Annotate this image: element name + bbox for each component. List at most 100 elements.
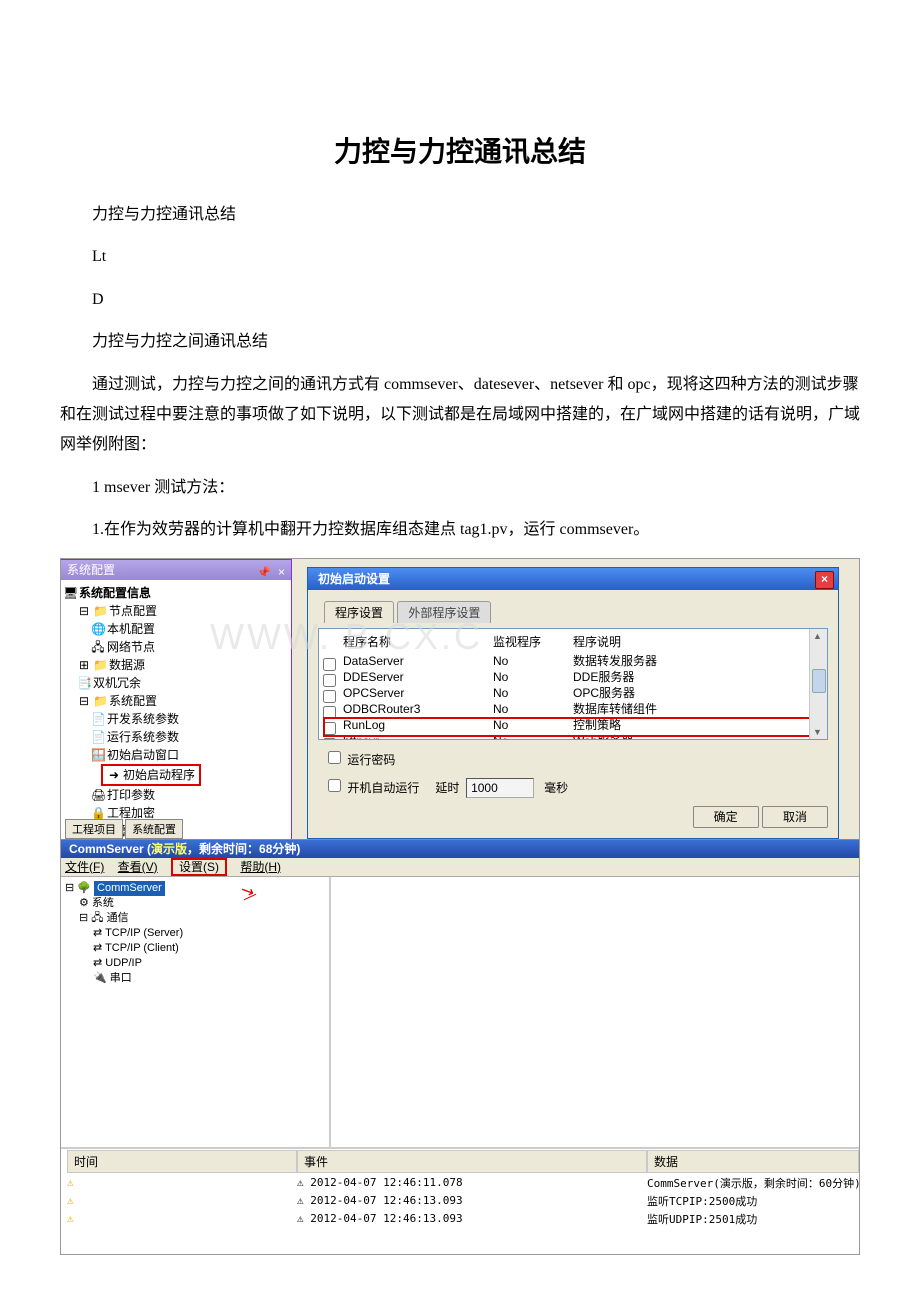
cs-tree-tcp-server[interactable]: TCP/IP (Server) <box>105 927 183 939</box>
tree-start-program[interactable]: 初始启动程序 <box>123 768 195 782</box>
program-row-checkbox[interactable] <box>323 722 336 735</box>
menu-file[interactable]: 文件(F) <box>65 860 104 874</box>
log-event: CommServer(演示版，剩余时间：60分钟) <box>647 1175 861 1191</box>
tree-local[interactable]: 本机配置 <box>107 622 155 636</box>
program-row-desc: DDE服务器 <box>573 671 773 685</box>
delay-input[interactable] <box>466 778 534 798</box>
log-event: 监听UDPIP:2501成功 <box>647 1211 859 1227</box>
cancel-button[interactable]: 取消 <box>762 806 828 828</box>
autorun-label: 开机自动运行 <box>347 781 419 795</box>
cs-tree-root[interactable]: CommServer <box>94 881 165 896</box>
delay-label: 延时 <box>435 781 459 795</box>
dialog-title-bar: 初始启动设置 × <box>308 568 838 590</box>
commserver-title-bar: CommServer (演示版，剩余时间：68分钟) <box>61 840 859 858</box>
para-5: 通过测试，力控与力控之间的通讯方式有 commsever、datesever、n… <box>60 370 860 461</box>
tree-sysconfig[interactable]: 系统配置 <box>109 694 157 708</box>
dialog-tabs[interactable]: 程序设置 外部程序设置 <box>324 600 828 622</box>
menu-view[interactable]: 查看(V) <box>118 860 158 874</box>
program-list-row[interactable]: ODBCRouter3No数据库转储组件 <box>319 702 827 718</box>
program-list-row[interactable]: DDEServerNoDDE服务器 <box>319 670 827 686</box>
program-row-desc: 数据转发服务器 <box>573 655 773 669</box>
run-password-label: 运行密码 <box>347 753 395 767</box>
cs-tree-tcp-client[interactable]: TCP/IP (Client) <box>105 942 179 954</box>
tree-run-params[interactable]: 运行系统参数 <box>107 730 179 744</box>
screenshot-block: 系统配置 📌 × 🖥系统配置信息 ⊟📁节点配置 🌐本机配置 🖧网络节点 ⊞📁数据… <box>60 558 860 1255</box>
commserver-menu[interactable]: 文件(F) 查看(V) 设置(S) 帮助(H) ↘ <box>61 858 859 877</box>
tree-root[interactable]: 系统配置信息 <box>79 586 151 600</box>
menu-settings[interactable]: 设置(S) <box>171 858 227 876</box>
document-page: 力控与力控通讯总结 力控与力控通讯总结 Lt D 力控与力控之间通讯总结 通过测… <box>0 0 920 1295</box>
startup-dialog: 初始启动设置 × 程序设置 外部程序设置 程序名称 监视程序 程序说明 <box>307 567 839 839</box>
log-row: ⚠ 2012-04-07 12:46:13.093监听TCPIP:2500成功 <box>61 1192 859 1210</box>
scrollbar-thumb[interactable] <box>812 669 826 693</box>
program-row-checkbox[interactable] <box>323 706 336 719</box>
cs-tree-comm[interactable]: 通信 <box>107 912 129 924</box>
program-list-row[interactable]: httpsvrNoWeb服务器 <box>319 734 827 740</box>
program-list-header: 程序名称 监视程序 程序说明 <box>319 629 827 654</box>
program-list-row[interactable]: RunLogNo控制策略 <box>319 718 827 734</box>
cs-tree-serial[interactable]: 串口 <box>110 972 132 984</box>
cs-tree-udp[interactable]: UDP/IP <box>105 957 142 969</box>
program-row-checkbox[interactable] <box>323 674 336 687</box>
log-col-event: 事件 <box>297 1150 647 1173</box>
program-row-monitor: No <box>493 719 573 733</box>
col-desc: 程序说明 <box>573 633 773 650</box>
ok-button[interactable]: 确定 <box>693 806 759 828</box>
ms-label: 毫秒 <box>544 781 568 795</box>
tree-print[interactable]: 打印参数 <box>107 788 155 802</box>
para-2: Lt <box>60 242 860 272</box>
menu-help[interactable]: 帮助(H) <box>240 860 281 874</box>
tree-dev-params[interactable]: 开发系统参数 <box>107 712 179 726</box>
program-row-monitor: No <box>493 735 573 740</box>
cs-title-b: ，剩余时间：68分钟) <box>187 842 300 856</box>
program-row-desc: Web服务器 <box>573 735 773 740</box>
log-col-time: 时间 <box>67 1150 297 1173</box>
tab-program-setup[interactable]: 程序设置 <box>324 601 394 623</box>
log-time: ⚠ 2012-04-07 12:46:13.093 <box>297 1194 647 1207</box>
col-program-name: 程序名称 <box>343 633 493 650</box>
doc-title: 力控与力控通讯总结 <box>60 130 860 170</box>
scrollbar[interactable] <box>809 629 827 739</box>
para-7: 1.在作为效劳器的计算机中翻开力控数据库组态建点 tag1.pv，运行 comm… <box>60 515 860 545</box>
tree-node-config[interactable]: 节点配置 <box>109 604 157 618</box>
pin-icon[interactable]: 📌 <box>257 563 269 575</box>
para-6: 1 msever 测试方法： <box>60 473 860 503</box>
program-row-checkbox[interactable] <box>323 738 336 740</box>
log-time: ⚠ 2012-04-07 12:46:11.078 <box>297 1176 647 1189</box>
program-list-row[interactable]: OPCServerNoOPC服务器 <box>319 686 827 702</box>
config-tree[interactable]: 🖥系统配置信息 ⊟📁节点配置 🌐本机配置 🖧网络节点 ⊞📁数据源 📑双机冗余 ⊟… <box>61 580 291 839</box>
tree-encrypt[interactable]: 工程加密 <box>107 806 155 820</box>
tree-redundancy[interactable]: 双机冗余 <box>93 676 141 690</box>
tab-project[interactable]: 工程项目 <box>65 819 123 839</box>
log-time: ⚠ 2012-04-07 12:46:13.093 <box>297 1212 647 1225</box>
panel-title-bar: 系统配置 📌 × <box>61 560 291 580</box>
cs-title-demo: 演示版 <box>151 842 187 856</box>
program-row-checkbox[interactable] <box>323 690 336 703</box>
commserver-tree[interactable]: ⊟ 🌳 CommServer ⚙ 系统 ⊟ 🖧 通信 ⇄ TCP/IP (Ser… <box>61 877 331 1147</box>
program-row-monitor: No <box>493 703 573 717</box>
run-password-check[interactable]: 运行密码 <box>324 748 395 768</box>
close-icon[interactable]: × <box>278 562 285 582</box>
dialog-options: 运行密码 <box>324 748 828 768</box>
para-4: 力控与力控之间通讯总结 <box>60 327 860 357</box>
program-row-checkbox[interactable] <box>323 658 336 671</box>
screenshot-system-config: 系统配置 📌 × 🖥系统配置信息 ⊟📁节点配置 🌐本机配置 🖧网络节点 ⊞📁数据… <box>61 559 859 839</box>
tab-external-program[interactable]: 外部程序设置 <box>397 601 491 623</box>
tree-start-window[interactable]: 初始启动窗口 <box>107 748 179 762</box>
tree-network-node[interactable]: 网络节点 <box>107 640 155 654</box>
panel-bottom-tabs[interactable]: 工程项目 系统配置 <box>65 819 182 839</box>
program-row-desc: 控制策略 <box>573 719 773 733</box>
program-list[interactable]: 程序名称 监视程序 程序说明 DataServerNo数据转发服务器DDESer… <box>318 628 828 740</box>
cs-tree-system[interactable]: 系统 <box>92 897 114 909</box>
dialog-close-button[interactable]: × <box>815 571 834 589</box>
program-list-row[interactable]: DataServerNo数据转发服务器 <box>319 654 827 670</box>
autorun-check[interactable]: 开机自动运行 <box>324 776 419 796</box>
program-row-desc: OPC服务器 <box>573 687 773 701</box>
log-row: ⚠ 2012-04-07 12:46:13.093监听UDPIP:2501成功 <box>61 1210 859 1228</box>
para-1: 力控与力控通讯总结 <box>60 200 860 230</box>
log-col-data: 数据 <box>647 1150 859 1173</box>
tab-sysconfig[interactable]: 系统配置 <box>125 819 183 839</box>
tree-datasource[interactable]: 数据源 <box>109 658 145 672</box>
program-row-desc: 数据库转储组件 <box>573 703 773 717</box>
dialog-body: 程序设置 外部程序设置 程序名称 监视程序 程序说明 DataServerNo数… <box>308 590 838 838</box>
